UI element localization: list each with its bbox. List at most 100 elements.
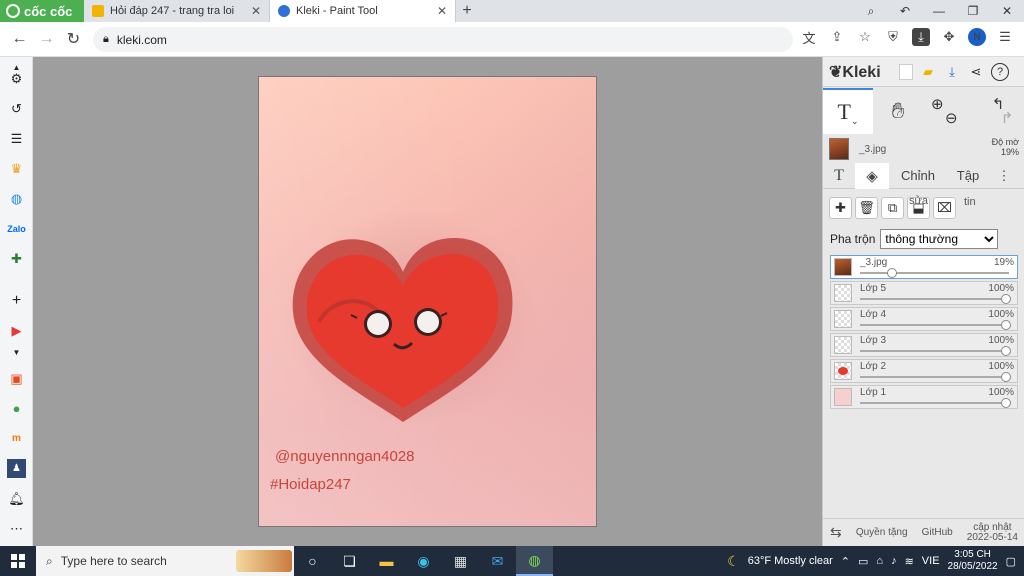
privacy-link[interactable]: Quyền tặng bbox=[856, 527, 908, 538]
layer-opacity-slider[interactable] bbox=[860, 298, 1009, 300]
gear-icon[interactable]: ⚙ bbox=[7, 69, 26, 88]
close-tab-icon[interactable]: ✕ bbox=[251, 4, 261, 18]
download-icon[interactable]: ⤓ bbox=[912, 28, 930, 46]
search-tabs-icon[interactable]: ⌕ bbox=[854, 0, 888, 22]
layer-opacity-slider[interactable] bbox=[860, 324, 1009, 326]
share-icon[interactable]: ⇪ bbox=[828, 28, 846, 46]
more-icon[interactable]: ⋯ bbox=[7, 519, 26, 538]
help-icon[interactable]: ? bbox=[991, 62, 1009, 81]
minimize-icon[interactable]: — bbox=[922, 0, 956, 22]
duplicate-layer-icon[interactable]: ⧉ bbox=[881, 197, 904, 219]
task-view-icon[interactable]: ❏ bbox=[331, 546, 368, 576]
drawing-canvas[interactable]: @nguyennngan4028 #Hoidap247 bbox=[258, 76, 597, 527]
chat-icon[interactable]: ● bbox=[7, 399, 26, 418]
layer-opacity-knob[interactable] bbox=[886, 268, 897, 278]
add-layer-icon[interactable]: ✚ bbox=[829, 197, 852, 219]
language-indicator[interactable]: VIE bbox=[922, 555, 940, 567]
update-info[interactable]: cập nhật 2022-05-14 bbox=[967, 522, 1018, 543]
hand-tool-icon[interactable]: ✋︎ bbox=[873, 88, 923, 134]
windows-start-icon[interactable] bbox=[0, 546, 36, 576]
close-window-icon[interactable]: ✕ bbox=[990, 0, 1024, 22]
avatar[interactable]: N bbox=[968, 28, 986, 46]
rename-layer-icon[interactable]: ⌧ bbox=[933, 197, 956, 219]
lock-icon[interactable]: 🔒︎ bbox=[103, 33, 109, 46]
tray-chevron-icon[interactable]: ⌃ bbox=[841, 555, 850, 568]
blend-mode-select[interactable]: thông thường bbox=[880, 229, 999, 249]
layer-row[interactable]: Lớp 1 100% bbox=[830, 385, 1018, 409]
open-folder-icon[interactable]: ▰ bbox=[919, 63, 937, 81]
crown-icon[interactable]: ♛ bbox=[7, 159, 26, 178]
cortana-icon[interactable]: ○ bbox=[294, 546, 331, 576]
layer-opacity-knob[interactable] bbox=[1001, 320, 1011, 330]
store-icon[interactable]: ▦ bbox=[442, 546, 479, 576]
forward-icon[interactable]: → bbox=[33, 30, 60, 48]
back-icon[interactable]: ← bbox=[6, 30, 33, 48]
network-icon[interactable]: ⌂ bbox=[876, 555, 883, 567]
tab-text-tool[interactable]: T bbox=[823, 163, 855, 189]
zoom-in-icon[interactable]: ⊕ bbox=[931, 95, 944, 113]
taskbar-search-box[interactable]: ⌕ Type here to search bbox=[36, 546, 294, 576]
more-vertical-icon[interactable]: ⋮ bbox=[989, 163, 1019, 189]
coccoc-taskbar-icon[interactable]: ◍ bbox=[516, 546, 553, 576]
redo-icon[interactable]: ↱ bbox=[1001, 109, 1014, 127]
layer-opacity-knob[interactable] bbox=[1001, 398, 1011, 408]
weather-moon-icon[interactable]: ☾ bbox=[727, 553, 740, 570]
layer-opacity-knob[interactable] bbox=[1001, 294, 1011, 304]
history-icon[interactable]: ↺ bbox=[7, 99, 26, 118]
layer-row[interactable]: Lớp 4 100% bbox=[830, 307, 1018, 331]
mail-icon[interactable]: ✉ bbox=[479, 546, 516, 576]
layer-opacity-knob[interactable] bbox=[1001, 346, 1011, 356]
extensions-icon[interactable]: ✥ bbox=[940, 28, 958, 46]
delete-layer-icon[interactable]: 🗑︎ bbox=[855, 197, 878, 219]
layer-row[interactable]: _3.jpg 19% bbox=[830, 255, 1018, 279]
text-tool-icon[interactable]: T ⌄ bbox=[823, 88, 873, 134]
bookmark-star-icon[interactable]: ☆ bbox=[856, 28, 874, 46]
tab-kleki[interactable]: Kleki - Paint Tool ✕ bbox=[270, 0, 456, 22]
zoom-out-icon[interactable]: ⊖ bbox=[945, 109, 958, 127]
weather-text[interactable]: 63°F Mostly clear bbox=[748, 555, 833, 567]
m-icon[interactable]: m bbox=[7, 429, 26, 448]
tab-adjust[interactable]: Chỉnh bbox=[889, 163, 947, 189]
layer-opacity-knob[interactable] bbox=[1001, 372, 1011, 382]
battery-icon[interactable]: ▭ bbox=[858, 555, 868, 568]
kleki-logo[interactable]: ❦Kleki bbox=[829, 62, 893, 82]
layer-opacity-slider[interactable] bbox=[860, 350, 1009, 352]
tab-hoidap[interactable]: Hỏi đáp 247 - trang tra loi ✕ bbox=[84, 0, 270, 22]
close-tab-icon[interactable]: ✕ bbox=[437, 4, 447, 18]
canvas-workspace[interactable]: @nguyennngan4028 #Hoidap247 bbox=[33, 57, 822, 546]
shop-icon[interactable]: ▣ bbox=[7, 369, 26, 388]
new-tab-button[interactable]: + bbox=[456, 0, 478, 22]
layer-row[interactable]: Lớp 5 100% bbox=[830, 281, 1018, 305]
shield-icon[interactable]: ⛨ bbox=[884, 28, 902, 46]
person-icon[interactable]: ♟ bbox=[7, 459, 26, 478]
save-download-icon[interactable]: ⤓ bbox=[943, 63, 961, 81]
layer-opacity-slider[interactable] bbox=[860, 272, 1009, 274]
undo-close-icon[interactable]: ↶ bbox=[888, 0, 922, 22]
chevron-down-icon[interactable]: ▼ bbox=[7, 343, 26, 362]
menu-icon[interactable]: ☰ bbox=[996, 28, 1014, 46]
messenger-icon[interactable]: ◍ bbox=[7, 189, 26, 208]
browser-brand[interactable]: cốc cốc bbox=[0, 0, 84, 22]
plus-icon[interactable]: + bbox=[7, 291, 26, 310]
list-icon[interactable]: ☰ bbox=[7, 129, 26, 148]
clock[interactable]: 3:05 CH 28/05/2022 bbox=[948, 549, 998, 573]
gamepad-icon[interactable]: ✚ bbox=[7, 249, 26, 268]
tab-layers-icon[interactable]: ◈ bbox=[855, 162, 889, 189]
bell-icon[interactable]: 🔔︎ bbox=[7, 489, 26, 508]
tab-file[interactable]: Tập bbox=[947, 163, 989, 189]
layer-row[interactable]: Lớp 3 100% bbox=[830, 333, 1018, 357]
file-explorer-icon[interactable]: ▬ bbox=[368, 546, 405, 576]
zalo-icon[interactable]: Zalo bbox=[7, 219, 26, 238]
layer-opacity-slider[interactable] bbox=[860, 376, 1009, 378]
layer-row[interactable]: Lớp 2 100% bbox=[830, 359, 1018, 383]
restore-icon[interactable]: ❐ bbox=[956, 0, 990, 22]
new-image-icon[interactable] bbox=[899, 63, 913, 80]
swap-sides-icon[interactable]: ⇆ bbox=[830, 524, 842, 541]
notifications-icon[interactable]: ▢ bbox=[1006, 555, 1016, 568]
url-field[interactable]: 🔒︎ kleki.com bbox=[93, 27, 793, 52]
layer-opacity-slider[interactable] bbox=[860, 402, 1009, 404]
reload-icon[interactable]: ↻ bbox=[60, 29, 87, 49]
github-link[interactable]: GitHub bbox=[922, 527, 953, 538]
wifi-icon[interactable]: ≋ bbox=[905, 555, 914, 568]
volume-icon[interactable]: ♪ bbox=[891, 555, 897, 567]
